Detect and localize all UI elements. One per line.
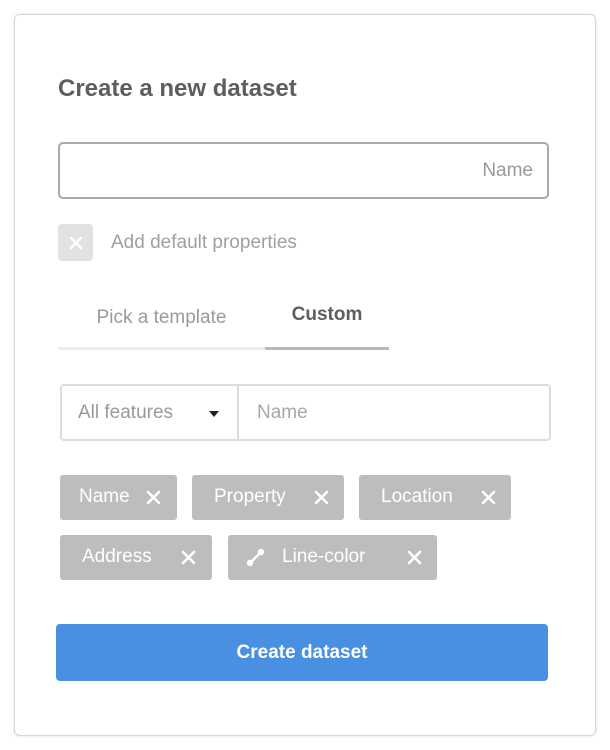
- feature-type-value: All features: [78, 401, 174, 423]
- property-name-input[interactable]: [239, 386, 549, 439]
- property-tag-property: Property: [192, 475, 344, 520]
- create-dataset-dialog: Create a new dataset Add default propert…: [14, 14, 596, 736]
- remove-tag-icon[interactable]: [314, 490, 329, 505]
- property-tag-address: Address: [60, 535, 212, 580]
- tab-custom[interactable]: Custom: [265, 294, 389, 350]
- tag-label: Address: [82, 546, 152, 567]
- tab-pick-template[interactable]: Pick a template: [58, 294, 265, 350]
- caret-down-icon: [209, 411, 219, 417]
- property-tag-line-color: Line-color: [228, 535, 437, 580]
- property-filter-row: All features: [60, 384, 551, 441]
- close-icon: [69, 236, 82, 249]
- remove-tag-icon[interactable]: [146, 490, 161, 505]
- default-properties-checkbox[interactable]: Add default properties: [58, 224, 297, 261]
- feature-type-select[interactable]: All features: [62, 386, 239, 439]
- property-tag-name: Name: [60, 475, 177, 520]
- tag-label: Property: [214, 486, 286, 507]
- tag-label: Name: [79, 486, 130, 507]
- checkbox-box[interactable]: [58, 224, 93, 261]
- tag-label: Line-color: [282, 546, 366, 567]
- tab-bar: Pick a template Custom: [58, 294, 389, 350]
- tag-label: Location: [381, 486, 453, 507]
- remove-tag-icon[interactable]: [481, 490, 496, 505]
- remove-tag-icon[interactable]: [181, 550, 196, 565]
- dialog-title: Create a new dataset: [58, 75, 297, 102]
- property-tag-location: Location: [359, 475, 511, 520]
- create-dataset-button[interactable]: Create dataset: [56, 624, 548, 681]
- remove-tag-icon[interactable]: [407, 550, 422, 565]
- default-properties-label: Add default properties: [111, 231, 297, 253]
- dataset-name-input[interactable]: [58, 142, 549, 199]
- line-segment-icon: [246, 548, 265, 567]
